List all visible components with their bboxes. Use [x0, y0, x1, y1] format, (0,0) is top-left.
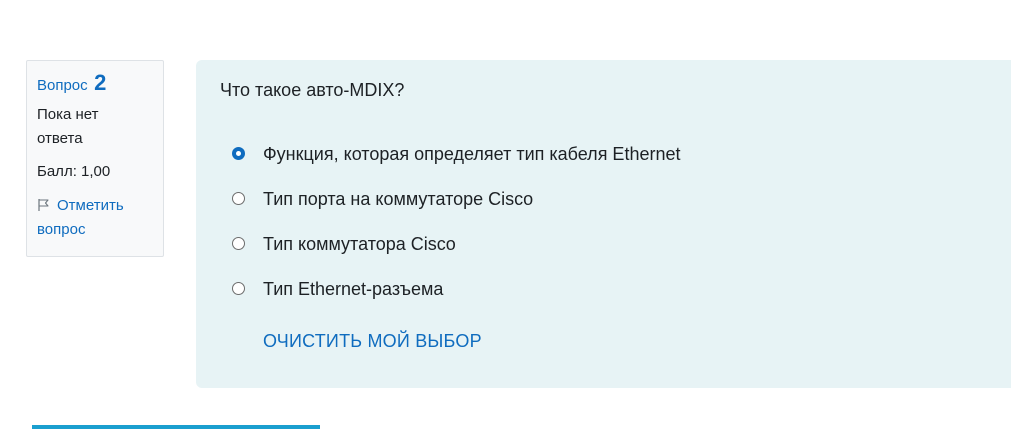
question-grade: Балл: 1,00: [37, 163, 111, 180]
radio-unchecked-icon[interactable]: [232, 237, 245, 250]
question-content-panel: Что такое авто-MDIX? Функция, которая оп…: [196, 60, 1011, 388]
radio-checked-icon[interactable]: [232, 147, 245, 160]
quiz-page: Вопрос 2 Пока нет ответа Балл: 1,00 Отме…: [0, 0, 1011, 429]
clear-choice-link[interactable]: ОЧИСТИТЬ МОЙ ВЫБОР: [263, 328, 482, 354]
flag-icon[interactable]: [37, 196, 51, 211]
answer-label[interactable]: Тип порта на коммутаторе Cisco: [263, 188, 533, 210]
question-info-panel: Вопрос 2 Пока нет ответа Балл: 1,00 Отме…: [26, 60, 164, 257]
question-label: Вопрос: [37, 77, 88, 94]
radio-unchecked-icon[interactable]: [232, 282, 245, 295]
answer-option-1[interactable]: Функция, которая определяет тип кабеля E…: [232, 143, 680, 188]
question-text: Что такое авто-MDIX?: [220, 80, 405, 100]
question-state: Пока нет ответа: [37, 106, 99, 147]
answer-list: Функция, которая определяет тип кабеля E…: [232, 143, 680, 323]
question-number: 2: [94, 70, 107, 95]
answer-option-3[interactable]: Тип коммутатора Cisco: [232, 233, 680, 278]
answer-label[interactable]: Тип коммутатора Cisco: [263, 233, 456, 255]
flag-question-link[interactable]: Отметить вопрос: [37, 194, 153, 242]
radio-unchecked-icon[interactable]: [232, 192, 245, 205]
answer-option-2[interactable]: Тип порта на коммутаторе Cisco: [232, 188, 680, 233]
answer-label[interactable]: Функция, которая определяет тип кабеля E…: [263, 143, 680, 165]
bottom-accent-bar: [32, 425, 320, 429]
answer-label[interactable]: Тип Ethernet-разъема: [263, 278, 443, 300]
question-number-row: Вопрос 2: [37, 71, 153, 97]
answer-option-4[interactable]: Тип Ethernet-разъема: [232, 278, 680, 323]
